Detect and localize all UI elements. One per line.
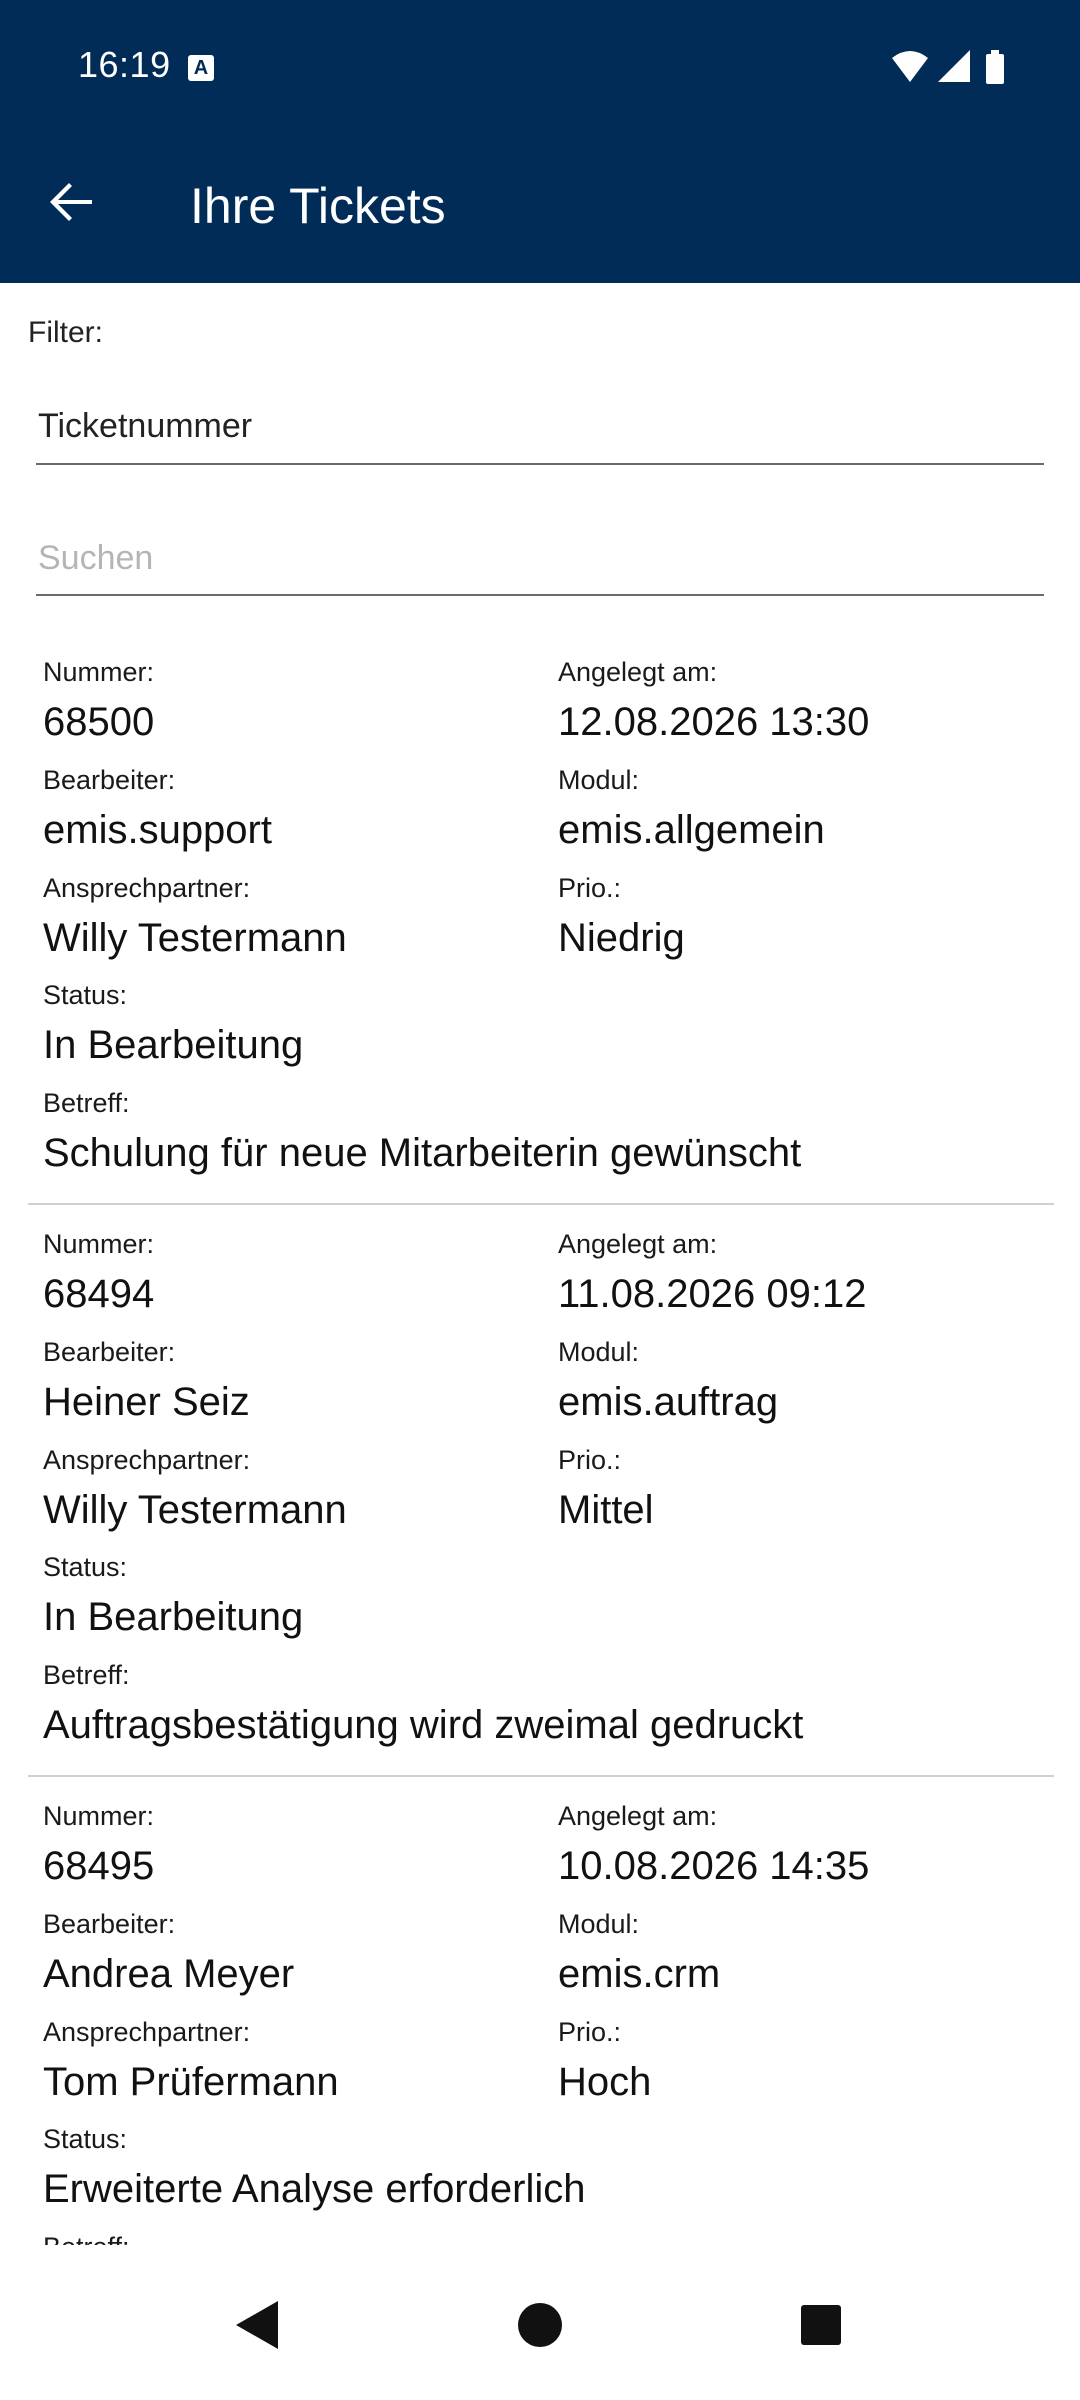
filter-field-value: Ticketnummer xyxy=(38,407,253,445)
ticket-subject: Betreff: Schulung für neue Mitarbeiterin… xyxy=(43,1088,802,1175)
ticket-created: Angelegt am: 11.08.2026 09:12 xyxy=(558,1229,867,1316)
ticket-created: Angelegt am: 10.08.2026 14:35 xyxy=(558,1801,870,1888)
ticket-priority: Prio.: Hoch xyxy=(558,2017,652,2104)
ticket-assignee: Bearbeiter: emis.support xyxy=(43,765,272,852)
ticket-list[interactable]: Nummer: 68500 Angelegt am: 12.08.2026 13… xyxy=(28,633,1054,2245)
nav-back-icon[interactable] xyxy=(218,2285,298,2365)
status-time: 16:19 xyxy=(78,44,171,85)
ticket-card[interactable]: Nummer: 68495 Angelegt am: 10.08.2026 14… xyxy=(28,1777,1054,2245)
ticket-number: Nummer: 68500 xyxy=(43,657,155,744)
ticket-card[interactable]: Nummer: 68500 Angelegt am: 12.08.2026 13… xyxy=(28,633,1054,1205)
ticket-status: Status: In Bearbeitung xyxy=(43,980,304,1067)
ticket-number: Nummer: 68494 xyxy=(43,1229,155,1316)
ticket-contact: Ansprechpartner: Willy Testermann xyxy=(43,1445,347,1532)
ticket-priority: Prio.: Mittel xyxy=(558,1445,654,1532)
ticket-card[interactable]: Nummer: 68494 Angelegt am: 11.08.2026 09… xyxy=(28,1205,1054,1777)
ticket-module: Modul: emis.allgemein xyxy=(558,765,825,852)
ticket-contact: Ansprechpartner: Tom Prüfermann xyxy=(43,2017,339,2104)
app-bar: Ihre Tickets xyxy=(0,135,1080,283)
nav-home-icon[interactable] xyxy=(500,2285,580,2365)
ticket-subject: Betreff: xyxy=(43,2232,130,2245)
ticket-number: Nummer: 68495 xyxy=(43,1801,155,1888)
ticket-status: Status: In Bearbeitung xyxy=(43,1552,304,1639)
ticket-assignee: Bearbeiter: Andrea Meyer xyxy=(43,1909,295,1996)
search-field[interactable] xyxy=(36,530,1044,596)
ticket-created: Angelegt am: 12.08.2026 13:30 xyxy=(558,657,870,744)
ticket-assignee: Bearbeiter: Heiner Seiz xyxy=(43,1337,250,1424)
ticket-contact: Ansprechpartner: Willy Testermann xyxy=(43,873,347,960)
notification-icon: A xyxy=(188,55,214,81)
ticket-priority: Prio.: Niedrig xyxy=(558,873,685,960)
signal-icon xyxy=(938,50,970,82)
status-icons xyxy=(892,50,1004,84)
system-nav-bar xyxy=(0,2245,1080,2400)
page-title: Ihre Tickets xyxy=(190,178,446,234)
wifi-icon xyxy=(892,51,928,82)
filter-field-select[interactable]: Ticketnummer xyxy=(36,395,1044,465)
ticket-subject: Betreff: Auftragsbestätigung wird zweima… xyxy=(43,1660,804,1747)
search-input[interactable] xyxy=(36,530,1040,586)
filter-label: Filter: xyxy=(28,316,103,349)
ticket-module: Modul: emis.crm xyxy=(558,1909,721,1996)
nav-recents-icon[interactable] xyxy=(781,2285,861,2365)
ticket-status: Status: Erweiterte Analyse erforderlich xyxy=(43,2124,586,2211)
status-bar: 16:19 A xyxy=(0,0,1080,135)
ticket-module: Modul: emis.auftrag xyxy=(558,1337,779,1424)
arrow-left-icon[interactable] xyxy=(40,170,104,234)
battery-icon xyxy=(986,54,1004,84)
